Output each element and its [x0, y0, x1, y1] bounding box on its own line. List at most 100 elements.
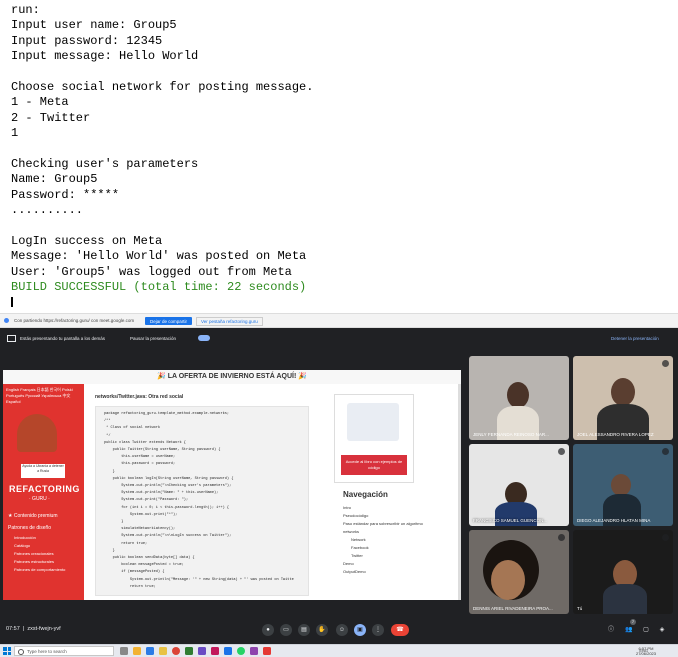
- menu-behavioral[interactable]: Patrones de comportamiento: [8, 566, 65, 574]
- menu-premium[interactable]: ★ Contenido premium: [8, 510, 65, 522]
- participant-tile-self[interactable]: Tú: [573, 530, 673, 614]
- code-line: */: [104, 433, 111, 438]
- code-line: }: [104, 520, 124, 525]
- people-button[interactable]: 👥: [625, 626, 633, 634]
- app-icon[interactable]: [198, 647, 206, 655]
- task-view-icon[interactable]: [120, 647, 128, 655]
- page-scrollbar[interactable]: [458, 384, 461, 600]
- leave-call-button[interactable]: ☎: [391, 624, 409, 636]
- captions-button[interactable]: ▤: [298, 624, 310, 636]
- winter-offer-banner[interactable]: 🎉 LA OFERTA DE INVIERNO ESTÁ AQUÍ! 🎉: [3, 370, 461, 384]
- chrome-taskbar-icon[interactable]: [172, 647, 180, 655]
- code-file-title: networks/Twitter.java: Otra red social: [95, 394, 184, 400]
- mic-button[interactable]: ●: [262, 624, 274, 636]
- console-line: User: 'Group5' was logged out from Meta: [11, 264, 292, 279]
- mail-icon[interactable]: [146, 647, 154, 655]
- book-promo-button[interactable]: Accede al libro con ejemplos de código: [341, 455, 407, 475]
- code-line: }: [104, 469, 115, 474]
- clock-date: 27/06/2023: [635, 651, 656, 656]
- nav-item[interactable]: Network: [343, 536, 423, 544]
- more-options-button[interactable]: ⋮: [372, 624, 384, 636]
- participant-tile-1[interactable]: JENLY FERNANDA REINOSO NAR...: [469, 356, 569, 440]
- mic-off-icon: [662, 448, 669, 455]
- participant-name: JOEL ALESSANDRO RIVERA LOPEZ: [577, 432, 654, 437]
- excel-icon[interactable]: [185, 647, 193, 655]
- code-line: public class Twitter extends Network {: [104, 440, 186, 445]
- site-brand-sub: · GURU ·: [29, 496, 50, 502]
- code-line: this.password = password;: [104, 462, 176, 467]
- console-line: Checking user's parameters: [11, 156, 199, 171]
- menu-intro[interactable]: Introducción: [8, 534, 65, 542]
- nav-item[interactable]: Intro: [343, 504, 423, 512]
- participant-tile-5[interactable]: DENNIS ARIEL RIVADENEIRA PROA...: [469, 530, 569, 614]
- stop-presenting-button[interactable]: Detener la presentación: [611, 336, 659, 341]
- meet-controls-bar: 07:57 | zxst-fwejn-yvf ● ▭ ▤ ✋ ☺ ▣ ⋮ ☎ ⓘ…: [0, 616, 678, 644]
- meeting-separator: |: [21, 626, 26, 632]
- site-brand[interactable]: REFACTORING: [9, 484, 80, 494]
- participant-tile-3[interactable]: FRANCISCO SAMUEL GUENCON...: [469, 444, 569, 526]
- nav-item[interactable]: Facebook: [343, 544, 423, 552]
- navigation-title: Navegación: [343, 490, 388, 499]
- activities-button[interactable]: ◈: [658, 626, 666, 634]
- text-cursor: [11, 297, 13, 308]
- code-line: System.out.println("Message: '" + new St…: [104, 577, 294, 582]
- file-explorer-icon[interactable]: [133, 647, 141, 655]
- code-line: if (messagePosted) {: [104, 570, 165, 575]
- reactions-button[interactable]: ☺: [336, 624, 348, 636]
- camera-button[interactable]: ▭: [280, 624, 292, 636]
- share-this-tab-button[interactable]: Ver pestaña refactoring.guru: [196, 317, 263, 326]
- word-icon[interactable]: [224, 647, 232, 655]
- console-line: Message: 'Hello World' was posted on Met…: [11, 249, 307, 264]
- raise-hand-button[interactable]: ✋: [316, 624, 328, 636]
- pause-presentation-toggle[interactable]: [198, 335, 210, 341]
- console-line: run:: [11, 3, 40, 17]
- language-links[interactable]: English Français 日本語 한국어 Polski Portuguê…: [3, 384, 84, 408]
- menu-structural[interactable]: Patrones estructurales: [8, 558, 65, 566]
- mic-off-icon: [558, 448, 565, 455]
- windows-start-icon[interactable]: [3, 647, 11, 655]
- people-icon: 👥: [625, 627, 633, 633]
- system-clock[interactable]: 6:57 PM 27/06/2023: [636, 646, 656, 656]
- nav-item[interactable]: Pseudocódigo: [343, 512, 423, 520]
- folder-icon[interactable]: [159, 647, 167, 655]
- whatsapp-icon[interactable]: [237, 647, 245, 655]
- code-example: networks/Twitter.java: Otra red social p…: [95, 394, 325, 600]
- taskbar-search[interactable]: Type here to search: [14, 646, 114, 656]
- code-line: for (int i = 0; i < this.password.length…: [104, 505, 230, 510]
- present-button[interactable]: ▣: [354, 624, 366, 636]
- nav-item[interactable]: Paso estándar para sobrescribir un algor…: [343, 520, 423, 528]
- code-line: System.out.println("\nChecking user's pa…: [104, 484, 232, 489]
- code-line: public Twitter(String userName, String p…: [104, 448, 221, 453]
- app-icon[interactable]: [211, 647, 219, 655]
- nav-item[interactable]: Demo: [343, 560, 423, 568]
- nav-item[interactable]: networks: [343, 528, 423, 536]
- code-line: simulateNetworkLatency();: [104, 527, 176, 532]
- meeting-clock: 07:57: [6, 626, 20, 632]
- present-icon: ▣: [357, 627, 363, 633]
- menu-creational[interactable]: Patrones creacionales: [8, 550, 65, 558]
- participant-tile-4[interactable]: DIEGO ALEJANDRO HLATAN MINA: [573, 444, 673, 526]
- camera-icon: ▭: [283, 627, 289, 633]
- pdf-icon[interactable]: [263, 647, 271, 655]
- mic-icon: ●: [266, 627, 270, 633]
- participant-tile-2[interactable]: JOEL ALESSANDRO RIVERA LOPEZ: [573, 356, 673, 440]
- menu-catalog[interactable]: Catálogo: [8, 542, 65, 550]
- menu-design-patterns[interactable]: Patrones de diseño: [8, 522, 65, 534]
- windows-taskbar: Type here to search ENG 6:57 PM 27/06/20…: [0, 644, 678, 657]
- app-icon[interactable]: [250, 647, 258, 655]
- nav-item[interactable]: Twitter: [343, 552, 423, 560]
- console-line: Input user name: Group5: [11, 18, 177, 33]
- participant-name: DENNIS ARIEL RIVADENEIRA PROA...: [473, 606, 553, 611]
- taskbar-search-placeholder: Type here to search: [27, 649, 67, 654]
- mascot-image: [17, 414, 57, 452]
- meeting-details-button[interactable]: ⓘ: [607, 626, 615, 634]
- stop-sharing-button[interactable]: Dejar de compartir: [145, 317, 193, 325]
- participant-name: DIEGO ALEJANDRO HLATAN MINA: [577, 518, 651, 523]
- nav-item[interactable]: OutputDemo: [343, 568, 423, 576]
- chat-button[interactable]: ▢: [642, 626, 650, 634]
- right-panel: Accede al libro con ejemplos de código N…: [334, 394, 459, 600]
- book-illustration: [347, 403, 399, 441]
- ukraine-help-link[interactable]: Ayuda a Ukrania a detener a Rusia: [21, 464, 65, 478]
